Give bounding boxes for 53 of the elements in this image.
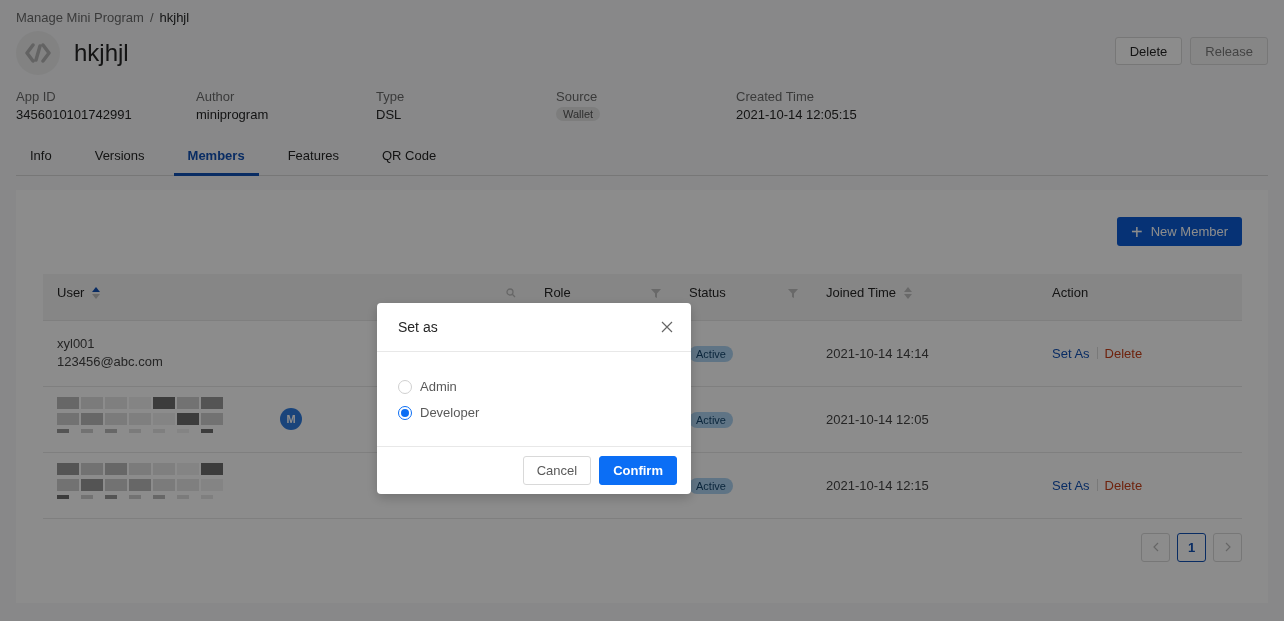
set-as-link[interactable]: Set As <box>1052 477 1090 493</box>
previous-page-icon[interactable] <box>1141 532 1170 562</box>
delete-link[interactable]: Delete <box>1104 477 1143 493</box>
column-header: User <box>57 285 85 301</box>
breadcrumb-link[interactable]: Manage Mini Program <box>16 9 144 25</box>
sort-icon[interactable] <box>92 286 101 299</box>
column-header: Role <box>544 285 571 301</box>
status-badge: Active <box>689 477 733 494</box>
source-tag: Wallet <box>556 107 601 121</box>
user-avatar: M <box>280 408 302 430</box>
joined-time: 2021-10-14 12:05 <box>826 411 929 427</box>
delete-link[interactable]: Delete <box>1104 345 1143 361</box>
search-icon[interactable] <box>506 287 516 298</box>
breadcrumb-current: hkjhjl <box>159 9 190 25</box>
tab[interactable]: Features <box>273 138 353 176</box>
app-title: hkjhjl <box>74 39 129 67</box>
tab[interactable]: QR Code <box>367 138 451 176</box>
column-header: Joined Time <box>826 285 897 301</box>
detail-label: Created Time <box>736 89 816 104</box>
radio-label: Developer <box>420 405 480 420</box>
set-as-link[interactable]: Set As <box>1052 345 1090 361</box>
column-header: Action <box>1052 285 1089 301</box>
column-header: Status <box>689 285 726 301</box>
page-button[interactable]: 1 <box>1177 532 1206 562</box>
tab[interactable]: Info <box>16 138 66 176</box>
detail-label: Type <box>376 89 406 104</box>
user-name: xyl001 <box>57 335 96 353</box>
filter-icon[interactable] <box>788 287 798 298</box>
tab[interactable]: Versions <box>80 138 159 176</box>
header-button[interactable]: Delete <box>1114 37 1183 65</box>
dialog-title: Set as <box>398 319 438 335</box>
code-brackets-icon <box>16 31 60 75</box>
breadcrumb-separator: / <box>149 9 154 25</box>
detail-label: Author <box>196 89 236 104</box>
user-email: 123456@abc.com <box>57 353 163 371</box>
filter-icon[interactable] <box>651 287 661 298</box>
joined-time: 2021-10-14 12:15 <box>826 477 929 493</box>
detail-label: App ID <box>16 89 57 104</box>
status-badge: Active <box>689 345 733 362</box>
detail-label: Source <box>556 89 599 104</box>
cancel-button[interactable]: Cancel <box>522 456 592 485</box>
status-badge: Active <box>689 411 733 428</box>
new-member-button[interactable]: + New Member <box>1117 217 1242 246</box>
tab[interactable]: Members <box>173 138 259 176</box>
detail-value: miniprogram <box>196 107 270 122</box>
radio-label: Admin <box>420 379 457 394</box>
detail-value: 2021-10-14 12:05:15 <box>736 107 858 122</box>
joined-time: 2021-10-14 14:14 <box>826 345 929 361</box>
detail-value: 3456010101742991 <box>16 107 133 122</box>
close-icon[interactable] <box>661 321 673 333</box>
detail-value: DSL <box>376 107 403 122</box>
confirm-button[interactable]: Confirm <box>599 456 677 485</box>
next-page-icon[interactable] <box>1213 532 1242 562</box>
